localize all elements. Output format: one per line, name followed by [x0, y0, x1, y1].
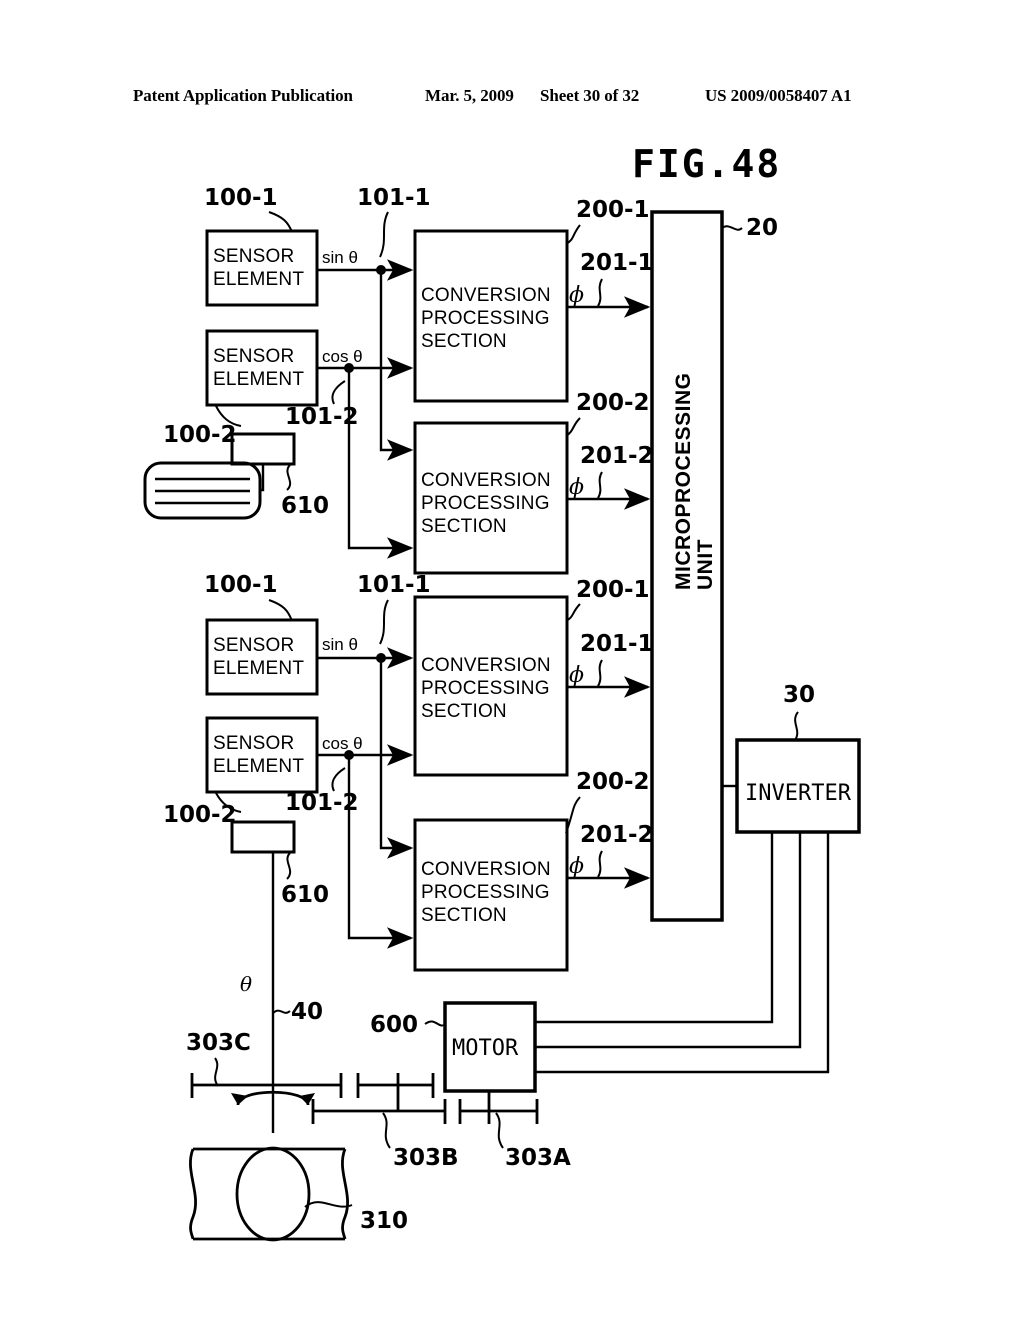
mpu-label-line2: UNIT — [694, 539, 717, 590]
conversion-3-line3: SECTION — [421, 701, 507, 722]
sensor-element-1a-label-line2: ELEMENT — [213, 269, 304, 290]
conversion-3-line1: CONVERSION — [421, 655, 551, 676]
leader-600 — [424, 1020, 447, 1027]
ref-40: 40 — [291, 999, 323, 1025]
ref-310: 310 — [360, 1208, 408, 1234]
ref-303B: 303B — [393, 1145, 459, 1171]
magnet-stripes-top — [155, 477, 250, 505]
phi-label-3: ϕ — [569, 663, 584, 688]
sin-theta-label-2: sin θ — [322, 635, 358, 654]
leader-200-2-mid — [565, 796, 581, 834]
duct-break-left — [189, 1148, 197, 1240]
sensor-element-1b-label-line2: ELEMENT — [213, 369, 304, 390]
conversion-4-line2: PROCESSING — [421, 882, 550, 903]
leader-201-2-mid — [597, 850, 603, 878]
ref-100-1-mid: 100-1 — [204, 572, 278, 598]
ref-201-2-top: 201-2 — [580, 443, 654, 469]
leader-610-mid — [286, 852, 292, 880]
sensor-element-1a-label-line1: SENSOR — [213, 246, 294, 267]
conversion-2-line3: SECTION — [421, 516, 507, 537]
cos-theta-label-1: cos θ — [322, 347, 363, 366]
ref-200-2-top: 200-2 — [576, 390, 650, 416]
phi-label-1: ϕ — [569, 283, 584, 308]
conversion-3-line2: PROCESSING — [421, 678, 550, 699]
rotation-arrowhead-left — [231, 1093, 248, 1105]
leader-40 — [272, 1009, 291, 1014]
ref-303C: 303C — [186, 1030, 251, 1056]
wire-sin-1-branch — [379, 270, 414, 461]
sensor-element-2b-label-line2: ELEMENT — [213, 756, 304, 777]
phi-label-4: ϕ — [569, 854, 584, 879]
leader-30 — [794, 711, 799, 741]
inverter-label: INVERTER — [745, 781, 852, 806]
leader-100-1-top — [268, 211, 293, 233]
sensor-element-2a-box — [205, 618, 319, 696]
sensor-element-2b-box — [205, 716, 319, 794]
ref-101-2-mid: 101-2 — [285, 790, 359, 816]
ref-101-2-top: 101-2 — [285, 404, 359, 430]
magnet-holder-box-mid — [230, 820, 296, 854]
ref-200-2-mid: 200-2 — [576, 769, 650, 795]
motor-label: MOTOR — [452, 1036, 519, 1061]
sensor-element-1b-label-line1: SENSOR — [213, 346, 294, 367]
ref-101-1-top: 101-1 — [357, 185, 431, 211]
ref-201-2-mid: 201-2 — [580, 822, 654, 848]
wire-sin-2-branch — [379, 658, 414, 859]
phi-label-2: ϕ — [569, 475, 584, 500]
leader-201-1-mid — [597, 659, 603, 687]
ref-600: 600 — [370, 1012, 418, 1038]
leader-100-1-mid — [268, 599, 293, 622]
sensor-element-2a-label-line1: SENSOR — [213, 635, 294, 656]
ref-200-1-mid: 200-1 — [576, 577, 650, 603]
leader-303B — [382, 1112, 391, 1149]
sensor-element-2a-label-line2: ELEMENT — [213, 658, 304, 679]
leader-101-1-mid — [379, 599, 389, 645]
leader-101-1-top — [379, 211, 389, 258]
conversion-2-line1: CONVERSION — [421, 470, 551, 491]
patent-figure-page: Patent Application Publication Mar. 5, 2… — [0, 0, 1024, 1320]
duct-break-right — [341, 1148, 349, 1240]
leader-610-top — [286, 464, 292, 491]
mpu-label-line1: MICROPROCESSING — [672, 372, 695, 590]
ref-610-top: 610 — [281, 493, 329, 519]
ref-201-1-top: 201-1 — [580, 250, 654, 276]
sensor-element-2b-label-line1: SENSOR — [213, 733, 294, 754]
ref-100-2-top: 100-2 — [163, 422, 237, 448]
theta-label: θ — [240, 972, 252, 996]
ref-303A: 303A — [505, 1145, 571, 1171]
leader-20 — [721, 225, 743, 231]
leader-201-2-top — [597, 471, 603, 499]
ref-200-1-top: 200-1 — [576, 197, 650, 223]
ref-30: 30 — [783, 682, 815, 708]
butterfly-valve-310 — [235, 1146, 311, 1242]
leader-201-1-top — [597, 278, 603, 307]
conversion-4-line3: SECTION — [421, 905, 507, 926]
conversion-4-line1: CONVERSION — [421, 859, 551, 880]
leader-303A — [495, 1112, 504, 1149]
leader-303C — [214, 1057, 219, 1087]
ref-20: 20 — [746, 215, 778, 241]
conversion-1-line1: CONVERSION — [421, 285, 551, 306]
ref-100-1-top: 100-1 — [204, 185, 278, 211]
ref-101-1-mid: 101-1 — [357, 572, 431, 598]
ref-610-mid: 610 — [281, 882, 329, 908]
figure-canvas: SENSOR ELEMENT 100-1 SENSOR ELEMENT 100-… — [143, 185, 861, 1242]
conversion-1-line3: SECTION — [421, 331, 507, 352]
cos-theta-label-2: cos θ — [322, 734, 363, 753]
leader-310 — [304, 1201, 353, 1208]
sensor-element-1a-box — [205, 229, 319, 307]
leader-101-2-mid — [331, 767, 346, 792]
ref-201-1-mid: 201-1 — [580, 631, 654, 657]
sensor-element-1b-box — [205, 329, 319, 407]
leader-101-2-top — [331, 380, 346, 405]
conversion-2-line2: PROCESSING — [421, 493, 550, 514]
conversion-1-line2: PROCESSING — [421, 308, 550, 329]
magnet-holder-box-top — [230, 432, 296, 466]
sin-theta-label-1: sin θ — [322, 248, 358, 267]
